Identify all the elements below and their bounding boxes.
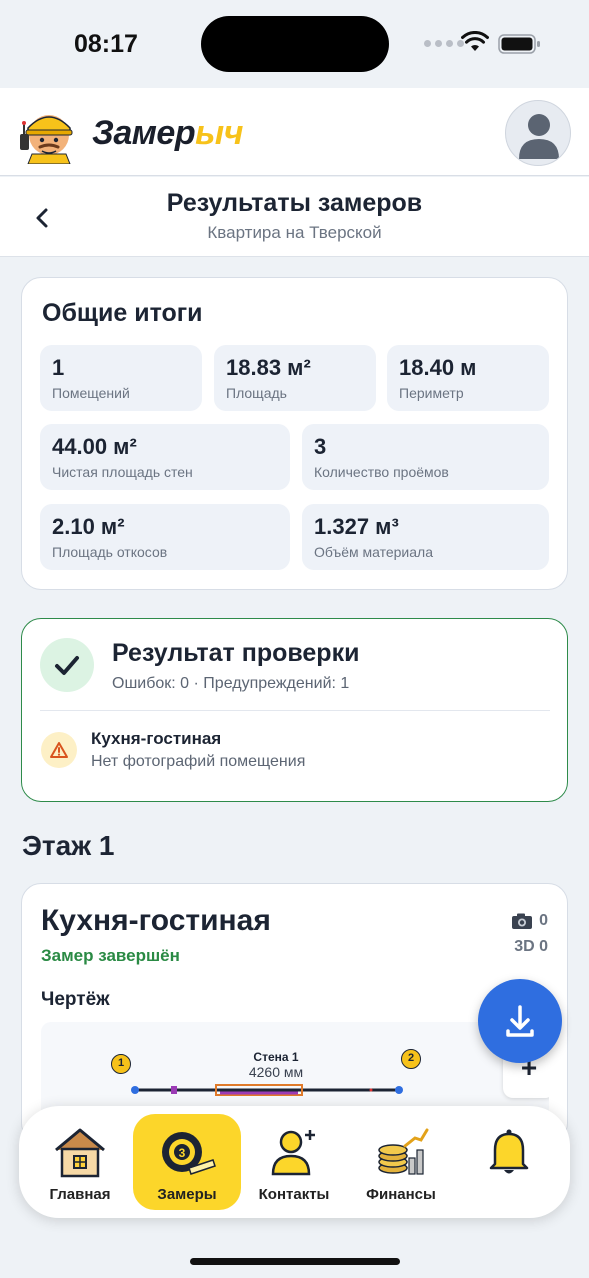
stat-net-wall-area: 44.00 м² Чистая площадь стен <box>40 424 290 490</box>
mascot-logo-icon <box>20 115 73 164</box>
app-brand-logo: Замерыч <box>92 114 243 152</box>
page-title-bar: Результаты замеров Квартира на Тверской <box>0 177 589 257</box>
summary-card: Общие итоги 1 Помещений 18.83 м² Площадь… <box>21 277 568 590</box>
tape-measure-icon: 3 <box>162 1132 216 1175</box>
home-indicator <box>190 1258 400 1265</box>
tab-home[interactable]: Главная <box>26 1114 134 1210</box>
drawing-label: Чертёж <box>41 989 110 1010</box>
stat-reveals-area: 2.10 м² Площадь откосов <box>40 504 290 570</box>
validation-title: Результат проверки <box>112 639 360 667</box>
page-title: Результаты замеров <box>166 189 423 217</box>
floor-title: Этаж 1 <box>22 830 115 861</box>
dynamic-island <box>201 16 389 72</box>
tab-finances[interactable]: Финансы <box>347 1114 455 1210</box>
tab-contacts[interactable]: Контакты <box>240 1114 348 1210</box>
camera-icon <box>512 913 533 929</box>
warning-triangle-icon <box>50 742 68 758</box>
coins-icon <box>378 1128 429 1175</box>
cellular-signal-icon <box>424 40 464 47</box>
stat-area: 18.83 м² Площадь <box>214 345 376 411</box>
download-icon <box>506 1005 534 1037</box>
download-fab[interactable] <box>478 979 562 1063</box>
wifi-icon <box>461 31 489 51</box>
warning-room-name[interactable]: Кухня-гостиная <box>91 729 221 749</box>
profile-avatar-button[interactable] <box>505 100 571 166</box>
corner-marker-2[interactable]: 2 <box>401 1049 421 1069</box>
room-photo-count: 0 <box>511 912 548 930</box>
room-name: Кухня-гостиная <box>41 904 271 937</box>
svg-text:3: 3 <box>179 1146 186 1160</box>
stat-perimeter: 18.40 м Периметр <box>387 345 549 411</box>
stat-rooms: 1 Помещений <box>40 345 202 411</box>
checkmark-icon <box>55 656 79 675</box>
warning-text: Нет фотографий помещения <box>91 753 306 770</box>
tab-measurements[interactable]: 3 Замеры <box>133 1114 241 1210</box>
status-time: 08:17 <box>74 30 138 58</box>
corner-marker-1[interactable]: 1 <box>111 1054 131 1074</box>
house-icon <box>55 1128 105 1178</box>
add-contact-icon <box>271 1130 315 1176</box>
validation-summary: Ошибок: 0 · Предупреждений: 1 <box>112 675 350 692</box>
validation-result-card: Результат проверки Ошибок: 0 · Предупреж… <box>21 618 568 802</box>
warning-badge <box>41 732 77 768</box>
page-subtitle: Квартира на Тверской <box>207 223 382 242</box>
user-avatar-icon <box>519 114 559 159</box>
bottom-tab-bar: Главная 3 Замеры Контакты Финансы <box>19 1106 570 1218</box>
stat-openings-count: 3 Количество проёмов <box>302 424 549 490</box>
summary-title: Общие итоги <box>42 299 203 327</box>
tab-notifications[interactable] <box>455 1114 563 1210</box>
divider <box>40 710 550 711</box>
room-3d-count: 3D 0 <box>514 938 548 955</box>
stat-material-volume: 1.327 м³ Объём материала <box>302 504 549 570</box>
check-badge <box>40 638 94 692</box>
room-status: Замер завершён <box>41 946 180 965</box>
bell-icon <box>489 1129 529 1174</box>
status-bar: 08:17 <box>0 0 589 88</box>
app-header: Замерыч <box>0 88 589 176</box>
battery-icon <box>498 34 540 54</box>
